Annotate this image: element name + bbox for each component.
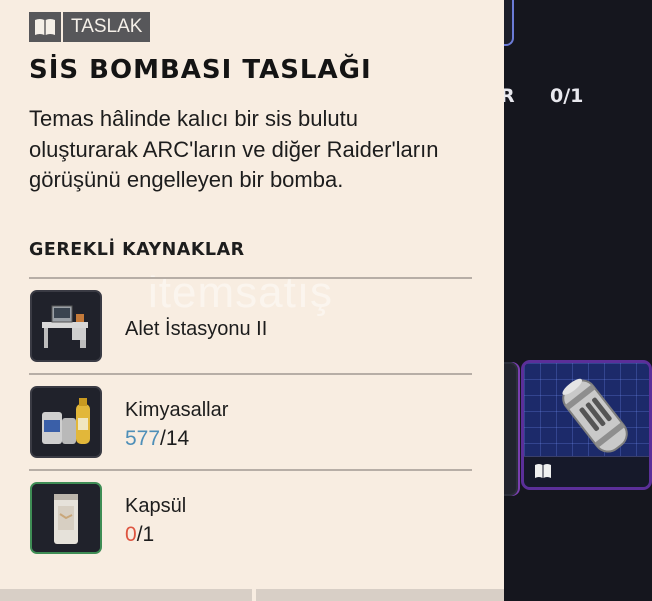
badge-label: TASLAK bbox=[63, 12, 151, 42]
needed-count: /14 bbox=[160, 427, 190, 450]
owned-count: 0 bbox=[125, 523, 137, 546]
requirement-quantity: 577/14 bbox=[125, 427, 189, 451]
chemicals-icon bbox=[30, 386, 102, 458]
blueprint-tooltip-panel: TASLAK SİS BOMBASI TASLAĞI Temas hâlinde… bbox=[0, 0, 504, 601]
owned-count: 577 bbox=[125, 427, 161, 450]
tab-left[interactable] bbox=[0, 589, 252, 601]
requirement-row-workbench[interactable]: Alet İstasyonu II bbox=[29, 279, 472, 373]
requirement-row-canister[interactable]: Kapsül 0/1 bbox=[29, 471, 472, 565]
requirements-list: Alet İstasyonu II Kimyasallar 577/14 Kap… bbox=[29, 277, 472, 565]
smoke-grenade-item-card[interactable] bbox=[521, 360, 652, 490]
required-resources-heading: GEREKLİ KAYNAKLAR bbox=[29, 240, 245, 260]
requirement-row-chemicals[interactable]: Kimyasallar 577/14 bbox=[29, 375, 472, 469]
book-icon bbox=[535, 464, 551, 478]
requirement-quantity: 0/1 bbox=[125, 523, 154, 547]
blueprint-badge: TASLAK bbox=[29, 12, 151, 42]
item-description: Temas hâlinde kalıcı bir sis bulutu oluş… bbox=[29, 106, 439, 192]
bottom-tabs bbox=[0, 589, 504, 601]
item-title: SİS BOMBASI TASLAĞI bbox=[29, 55, 372, 85]
card-footer bbox=[524, 456, 649, 487]
book-icon bbox=[29, 12, 61, 42]
tab-right[interactable] bbox=[256, 589, 504, 601]
needed-count: /1 bbox=[136, 523, 155, 546]
requirement-name: Alet İstasyonu II bbox=[125, 318, 268, 340]
hud-count: 0/1 bbox=[550, 85, 584, 107]
canister-icon bbox=[30, 482, 102, 554]
requirement-name: Kapsül bbox=[125, 495, 187, 517]
requirement-name: Kimyasallar bbox=[125, 399, 229, 421]
workbench-icon bbox=[30, 290, 102, 362]
background-hud: R 0/1 bbox=[500, 85, 652, 115]
smoke-grenade-icon bbox=[562, 378, 628, 453]
